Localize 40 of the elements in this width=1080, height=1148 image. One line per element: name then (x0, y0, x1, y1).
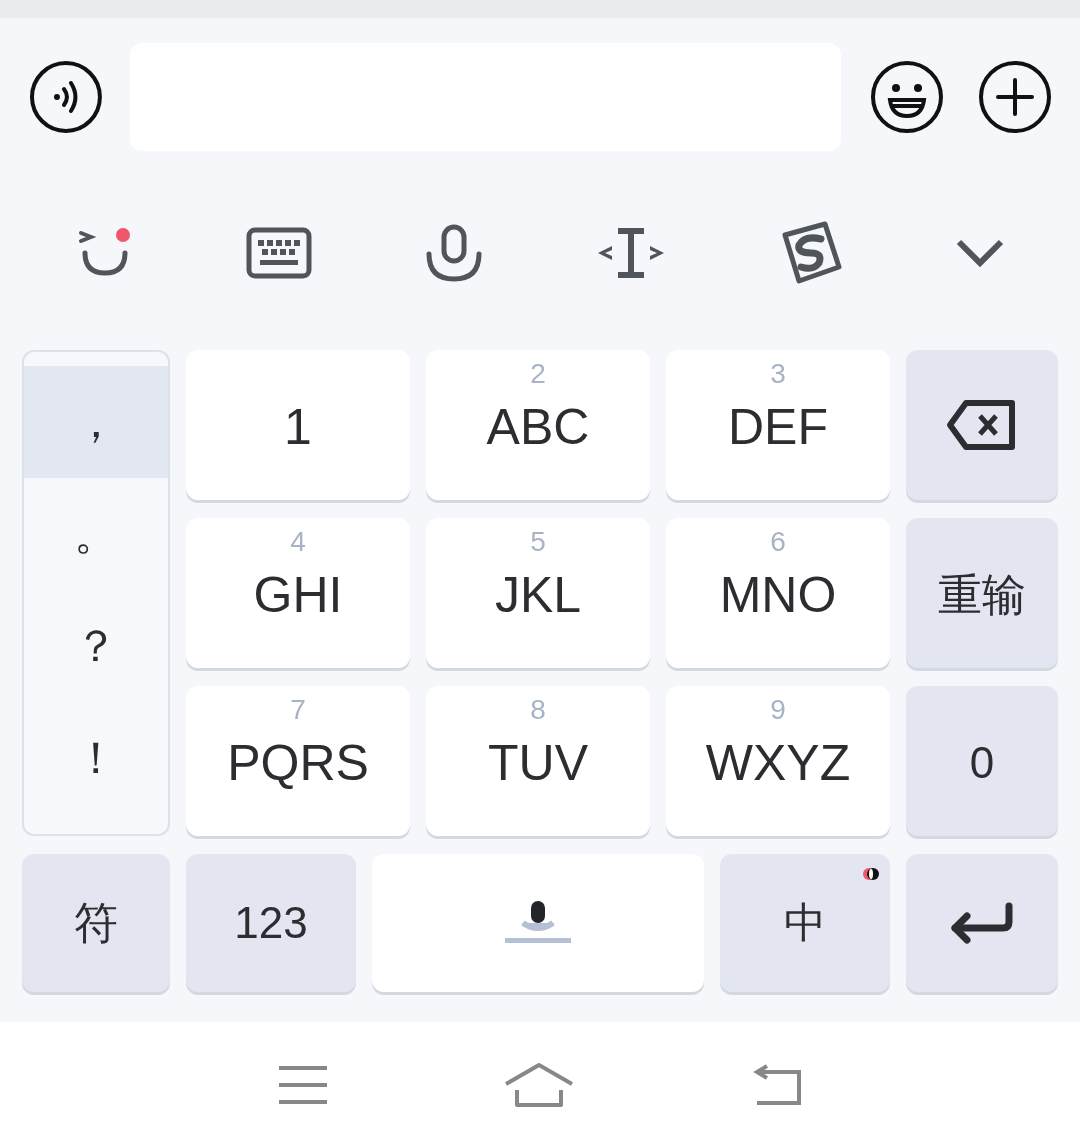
menu-icon[interactable] (277, 1065, 329, 1105)
language-key[interactable]: 中 (720, 854, 890, 992)
keypad-key[interactable]: 1 (186, 350, 410, 500)
keypad-key[interactable]: 4 GHI (186, 518, 410, 668)
enter-key[interactable] (906, 854, 1058, 992)
key-digit: 9 (770, 696, 786, 724)
key-digit: 2 (530, 360, 546, 388)
chevron-down-icon[interactable] (955, 237, 1004, 268)
symbol-item[interactable]: ， (24, 366, 168, 478)
keypad-key[interactable]: 5 JKL (426, 518, 650, 668)
bottom-key[interactable]: 123 (186, 854, 356, 992)
voice-icon[interactable] (29, 59, 103, 134)
plus-icon[interactable] (978, 59, 1052, 134)
key-digit: 8 (530, 696, 546, 724)
keypad-key[interactable]: 2 ABC (426, 350, 650, 500)
keypad-key[interactable]: 3 DEF (666, 350, 890, 500)
bottom-key[interactable]: 符 (22, 854, 170, 992)
keypad-key[interactable]: 重输 (906, 518, 1058, 668)
space-mic-icon (503, 901, 573, 945)
emoji-icon[interactable] (870, 59, 944, 134)
keyboard-icon[interactable] (245, 226, 312, 279)
backspace-key[interactable] (906, 350, 1058, 500)
key-digit: 6 (770, 528, 786, 556)
symbol-item[interactable]: 。 (24, 478, 168, 590)
key-digit: 7 (290, 696, 306, 724)
keypad-key[interactable]: 7 PQRS (186, 686, 410, 836)
key-digit: 4 (290, 528, 306, 556)
home-icon[interactable] (503, 1062, 575, 1108)
enter-icon (949, 902, 1015, 944)
keypad-key[interactable]: 9 WXYZ (666, 686, 890, 836)
key-digit: 5 (530, 528, 546, 556)
key-digit: 3 (770, 360, 786, 388)
backspace-icon (946, 399, 1018, 451)
keypad-key[interactable]: 6 MNO (666, 518, 890, 668)
microphone-icon[interactable] (424, 223, 483, 282)
keypad-key[interactable]: 0 (906, 686, 1058, 836)
symbol-item[interactable]: ？ (24, 590, 168, 702)
symbol-item[interactable]: ！ (24, 702, 168, 814)
keypad-key[interactable]: 8 TUV (426, 686, 650, 836)
indicator-icon (862, 867, 880, 881)
